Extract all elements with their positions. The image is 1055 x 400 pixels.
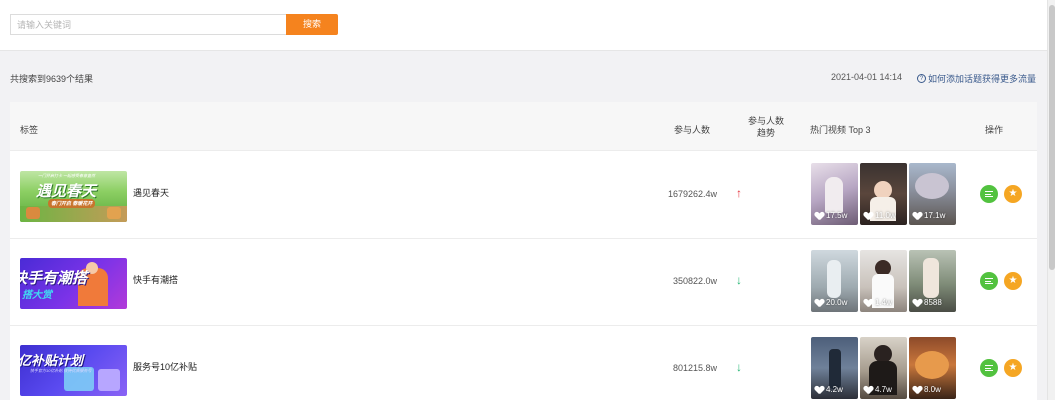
heart-icon (815, 386, 824, 394)
favorite-button[interactable]: ★ (1004, 359, 1022, 377)
video-thumbnail[interactable]: 20.0w (811, 250, 858, 312)
video-likes: 17.1w (913, 211, 945, 220)
search-input[interactable] (10, 14, 287, 35)
video-likes-count: 11.0w (875, 211, 896, 220)
video-thumbnail[interactable]: 8.0w (909, 337, 956, 399)
video-thumbnail[interactable]: 17.1w (909, 163, 956, 225)
video-thumbnail[interactable]: 11.0w (860, 163, 907, 225)
star-icon: ★ (1008, 362, 1018, 373)
help-link-label: 如何添加话题获得更多流量 (928, 74, 1037, 84)
heart-icon (913, 386, 922, 394)
list-icon (985, 278, 993, 284)
video-likes-count: 17.5w (826, 211, 848, 220)
heart-icon (913, 212, 922, 220)
video-likes: 20.0w (815, 298, 847, 307)
heart-icon (815, 212, 824, 220)
video-likes: 4.2w (815, 385, 843, 394)
topic-name[interactable]: 服务号10亿补贴 (133, 360, 197, 373)
banner-title: 快手有潮搭 (20, 270, 88, 287)
details-button[interactable] (980, 272, 998, 290)
heart-icon (864, 386, 873, 394)
result-count: 共搜索到9639个结果 (10, 74, 94, 84)
video-likes-count: 8.0w (924, 385, 941, 394)
topic-banner[interactable]: 遇见春天 一门开启打卡 一起感受春意盎然 春门开启 春暖花开 (20, 171, 127, 222)
update-timestamp: 2021-04-01 14:14 (831, 72, 903, 82)
video-thumbnail[interactable]: 4.7w (860, 337, 907, 399)
banner-title: 亿补贴计划 (20, 353, 84, 368)
heart-icon (815, 299, 824, 307)
participant-count: 1679262.4w (667, 189, 717, 199)
heart-icon (864, 212, 873, 220)
video-thumbnail[interactable]: 4.2w (811, 337, 858, 399)
header-trend-line2: 趋势 (756, 128, 775, 138)
favorite-button[interactable]: ★ (1004, 272, 1022, 290)
video-thumbnail[interactable]: 8588 (909, 250, 956, 312)
page-scrollbar[interactable] (1047, 0, 1055, 400)
search-header: 搜索 (0, 0, 1047, 51)
header-hot-videos: 热门视频 Top 3 (810, 125, 871, 135)
banner-subtitle: 一门开启打卡 一起感受春意盎然 (38, 173, 96, 178)
search-button[interactable]: 搜索 (286, 14, 338, 35)
video-likes: 4.7w (864, 385, 892, 394)
topic-banner[interactable]: 亿补贴计划 快手官方10亿补贴 扶持优质服务号 (20, 345, 127, 396)
question-circle-icon: ? (917, 74, 926, 83)
header-trend: 参与人数 趋势 (746, 115, 786, 139)
table-row: 亿补贴计划 快手官方10亿补贴 扶持优质服务号 服务号10亿补贴 801215.… (10, 326, 1037, 400)
topic-name[interactable]: 遇见春天 (133, 186, 169, 199)
header-tag: 标签 (20, 125, 39, 135)
topic-name[interactable]: 快手有潮搭 (133, 273, 178, 286)
video-likes: 8588 (913, 298, 942, 307)
video-likes-count: 4.7w (875, 385, 892, 394)
heart-icon (913, 299, 922, 307)
video-likes: 8.0w (913, 385, 941, 394)
table-row: 遇见春天 一门开启打卡 一起感受春意盎然 春门开启 春暖花开 遇见春天 1679… (10, 152, 1037, 239)
video-likes: 17.5w (815, 211, 847, 220)
header-actions: 操作 (985, 125, 1004, 135)
banner-subtitle: 搭大赏 (22, 290, 52, 301)
video-likes-count: 1.4w (875, 298, 892, 307)
video-likes-count: 8588 (924, 298, 942, 307)
header-trend-line1: 参与人数 (747, 116, 784, 126)
trend-down-icon: ↓ (736, 273, 742, 287)
header-count: 参与人数 (674, 125, 711, 135)
banner-title: 遇见春天 (36, 183, 97, 200)
topic-banner[interactable]: 快手有潮搭 搭大赏 (20, 258, 127, 309)
trend-up-icon: ↑ (736, 186, 742, 200)
video-likes-count: 20.0w (826, 298, 848, 307)
participant-count: 350822.0w (672, 276, 717, 286)
table-header: 标签 参与人数 参与人数 趋势 热门视频 Top 3 操作 (10, 102, 1037, 151)
video-likes: 1.4w (864, 298, 892, 307)
video-likes-count: 17.1w (924, 211, 946, 220)
list-icon (985, 191, 993, 197)
banner-subtitle: 快手官方10亿补贴 扶持优质服务号 (30, 368, 92, 373)
topic-table: 标签 参与人数 参与人数 趋势 热门视频 Top 3 操作 遇见春天 一门开启打… (10, 102, 1037, 400)
trend-down-icon: ↓ (736, 360, 742, 374)
list-icon (985, 365, 993, 371)
video-thumbnail[interactable]: 1.4w (860, 250, 907, 312)
video-likes: 11.0w (864, 211, 896, 220)
help-link[interactable]: ? 如何添加话题获得更多流量 (917, 72, 1036, 85)
video-likes-count: 4.2w (826, 385, 843, 394)
video-thumbnail[interactable]: 17.5w (811, 163, 858, 225)
table-row: 快手有潮搭 搭大赏 快手有潮搭 350822.0w ↓ 20.0w 1.4w 8… (10, 239, 1037, 326)
scrollbar-thumb[interactable] (1049, 5, 1055, 270)
favorite-button[interactable]: ★ (1004, 185, 1022, 203)
star-icon: ★ (1008, 275, 1018, 286)
details-button[interactable] (980, 359, 998, 377)
star-icon: ★ (1008, 188, 1018, 199)
details-button[interactable] (980, 185, 998, 203)
banner-subtitle-2: 春门开启 春暖花开 (48, 199, 96, 208)
participant-count: 801215.8w (672, 363, 717, 373)
heart-icon (864, 299, 873, 307)
